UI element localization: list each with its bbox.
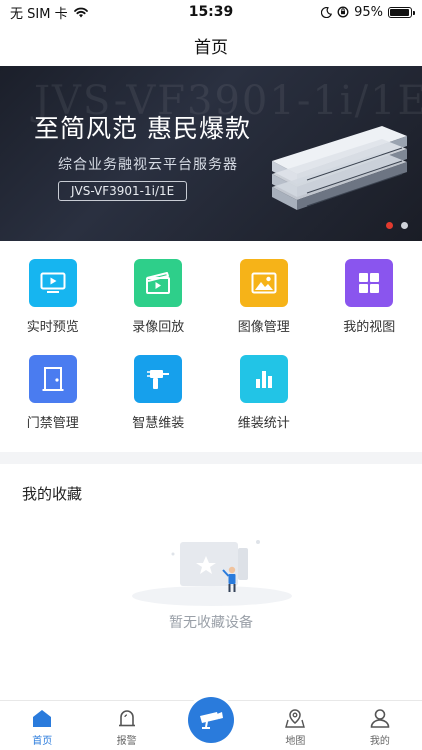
install-stats-tile: [239, 355, 288, 403]
banner-headline: 至简风范 惠民爆款: [34, 114, 251, 143]
live-preview-icon: [40, 272, 66, 293]
carrier-text: 无 SIM 卡: [10, 6, 68, 22]
user-icon: [370, 709, 390, 728]
camera-tab-button[interactable]: [188, 697, 235, 743]
status-right: 95%: [321, 4, 415, 20]
bottom-tab-bar: 首页 报警 地图 我的: [0, 697, 422, 750]
feature-row-1: 实时预览 录像回放 图像管理 我的视图: [0, 255, 422, 351]
feature-label: 维装统计: [237, 416, 290, 431]
bar-chart-icon: [255, 371, 272, 388]
alarm-icon: [118, 710, 135, 727]
moon-icon: [321, 6, 333, 18]
tab-mine[interactable]: 我的: [338, 701, 422, 750]
banner-subtitle: 综合业务融视云平台服务器: [58, 157, 238, 173]
tab-label: 首页: [32, 736, 53, 747]
feature-label: 录像回放: [132, 320, 185, 335]
feature-label: 智慧维装: [132, 416, 185, 431]
server-rack-image: [272, 126, 407, 210]
feature-my-view[interactable]: 我的视图: [317, 255, 422, 351]
status-bar: 无 SIM 卡 15:39 95%: [0, 0, 422, 24]
feature-smart-install[interactable]: 智慧维装: [106, 351, 212, 447]
banner-model-tag: JVS-VF3901-1i/1E: [58, 181, 188, 201]
tab-label: 地图: [285, 736, 306, 747]
tab-label: 报警: [116, 736, 137, 747]
battery-fill: [390, 8, 409, 16]
access-control-tile: [28, 355, 77, 403]
live-preview-tile: [28, 259, 77, 307]
feature-label: 门禁管理: [26, 416, 79, 431]
feature-video-playback[interactable]: 录像回放: [106, 255, 212, 351]
empty-favorites-illustration: [132, 540, 292, 606]
tab-label: 我的: [369, 736, 390, 747]
section-divider: [0, 452, 422, 464]
feature-access-control[interactable]: 门禁管理: [0, 351, 106, 447]
status-left: 无 SIM 卡: [10, 3, 89, 22]
orientation-lock-icon: [337, 6, 349, 18]
feature-live-preview[interactable]: 实时预览: [0, 255, 106, 351]
carousel-dot-1[interactable]: [386, 222, 393, 229]
image-management-icon: [251, 272, 277, 294]
tab-map[interactable]: 地图: [253, 701, 337, 750]
camera-icon: [200, 712, 224, 729]
tab-camera[interactable]: [169, 697, 253, 750]
access-door-icon: [42, 367, 64, 391]
feature-label: 我的视图: [343, 320, 396, 335]
feature-image-management[interactable]: 图像管理: [211, 255, 317, 351]
map-icon: [285, 709, 306, 728]
page-title: 首页: [194, 37, 228, 58]
tab-home[interactable]: 首页: [0, 701, 84, 750]
favorites-title: 我的收藏: [22, 485, 83, 503]
feature-row-2: 门禁管理 智慧维装 维装统计: [0, 351, 422, 447]
tab-alarm[interactable]: 报警: [84, 701, 168, 750]
carousel-dot-2[interactable]: [401, 222, 408, 229]
video-playback-icon: [146, 272, 171, 294]
home-icon: [33, 710, 52, 727]
feature-grid: 实时预览 录像回放 图像管理 我的视图 门禁管理 智慧维装 维装统计: [0, 255, 422, 447]
wifi-icon: [73, 7, 88, 18]
feature-install-stats[interactable]: 维装统计: [211, 351, 317, 447]
feature-label: 图像管理: [237, 320, 290, 335]
battery-percent: 95%: [354, 4, 383, 20]
page-header: 首页: [0, 24, 422, 66]
my-view-grid-icon: [359, 273, 380, 293]
my-view-tile: [345, 259, 394, 307]
battery-icon: [388, 6, 415, 18]
video-playback-tile: [134, 259, 183, 307]
drill-icon: [147, 370, 170, 389]
image-management-tile: [239, 259, 288, 307]
feature-label: 实时预览: [26, 320, 79, 335]
empty-favorites-text: 暂无收藏设备: [169, 615, 253, 631]
promo-banner[interactable]: JVS-VF3901-1i/1E 至简风范 惠民爆款 综合业务融视云平台服务器 …: [0, 66, 422, 241]
carousel-dots: [386, 222, 408, 229]
smart-install-tile: [134, 355, 183, 403]
